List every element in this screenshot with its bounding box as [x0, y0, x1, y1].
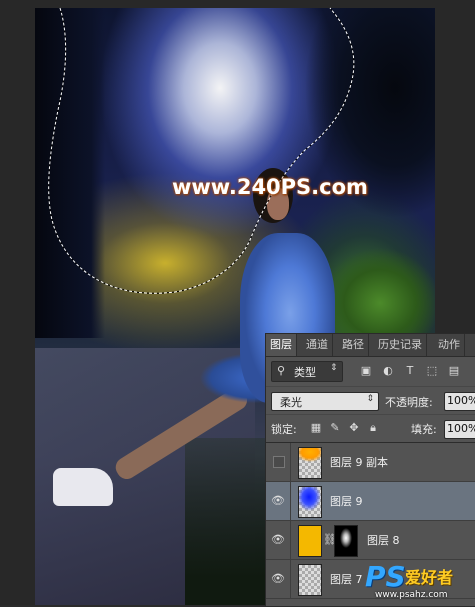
- fill-label: 填充:: [411, 423, 437, 436]
- blend-mode-select[interactable]: 柔光 ⇕: [271, 392, 379, 411]
- dropdown-arrow-icon: ⇕: [330, 363, 338, 373]
- fill-input[interactable]: 100%: [444, 420, 475, 439]
- layer-row[interactable]: 👁︎ ⛓ 图层 8: [266, 521, 475, 560]
- filter-type-label: 类型: [294, 366, 316, 379]
- tree-left: [35, 8, 105, 338]
- layer-row[interactable]: 👁︎ 图层 9: [266, 482, 475, 521]
- site-logo: PS 爱好者 www.psahz.com: [365, 560, 475, 605]
- eye-icon[interactable]: 👁︎: [271, 533, 285, 547]
- opacity-value: 100%: [447, 394, 475, 407]
- tree-right: [295, 8, 435, 238]
- layer-thumbnail: [298, 525, 322, 557]
- opacity-input[interactable]: 100%: [444, 392, 475, 411]
- layer-name: 图层 9 副本: [330, 456, 388, 469]
- logo-cn: 爱好者: [405, 568, 454, 587]
- fill-value: 100%: [447, 422, 475, 435]
- panel-tabs: 图层 通道 路径 历史记录 动作: [266, 334, 475, 357]
- thumbnail-content: [299, 487, 321, 517]
- chain-link-icon[interactable]: ⛓: [323, 533, 337, 547]
- smart-object-filter-icon[interactable]: ▤: [447, 364, 461, 378]
- opacity-label: 不透明度:: [385, 396, 433, 409]
- logo-ps: PS: [365, 560, 406, 593]
- layer-mask-thumbnail[interactable]: [334, 525, 358, 557]
- layer-name: 图层 7: [330, 573, 363, 586]
- lock-pixels-icon[interactable]: ✎: [329, 422, 341, 434]
- filter-type-select[interactable]: ⚲ 类型 ⇕: [271, 361, 343, 382]
- divider: [290, 482, 291, 520]
- tab-channels[interactable]: 通道: [302, 334, 333, 356]
- lock-row: 锁定: ▦ ✎ ✥ 🔒︎ 填充: 100%: [266, 414, 475, 441]
- type-filter-icon[interactable]: T: [403, 364, 417, 378]
- blend-mode-value: 柔光: [280, 396, 302, 409]
- shoe: [53, 468, 113, 506]
- divider: [290, 443, 291, 481]
- tab-layers[interactable]: 图层: [266, 334, 297, 356]
- pixel-filter-icon[interactable]: ▣: [359, 364, 373, 378]
- lock-label: 锁定:: [271, 423, 297, 436]
- lock-all-icon[interactable]: 🔒︎: [367, 422, 379, 434]
- layer-name: 图层 8: [367, 534, 400, 547]
- visibility-off-toggle[interactable]: [273, 456, 285, 468]
- layer-thumbnail: [298, 564, 322, 596]
- divider: [290, 560, 291, 598]
- lock-position-icon[interactable]: ✥: [348, 422, 360, 434]
- layer-row[interactable]: 图层 9 副本: [266, 443, 475, 482]
- blend-row: 柔光 ⇕ 不透明度: 100%: [266, 386, 475, 413]
- layer-name: 图层 9: [330, 495, 363, 508]
- search-icon: ⚲: [277, 364, 286, 377]
- logo-url: www.psahz.com: [375, 590, 448, 600]
- shape-filter-icon[interactable]: ⬚: [425, 364, 439, 378]
- eye-icon[interactable]: 👁︎: [271, 494, 285, 508]
- layer-thumbnail: [298, 447, 322, 479]
- filter-row: ⚲ 类型 ⇕ ▣ ◐ T ⬚ ▤: [266, 358, 475, 384]
- watermark-text: www.240PS.com: [172, 175, 368, 199]
- chevron-down-icon: ⇕: [366, 394, 374, 404]
- layer-thumbnail: [298, 486, 322, 518]
- adjustment-filter-icon[interactable]: ◐: [381, 364, 395, 378]
- tab-paths[interactable]: 路径: [338, 334, 369, 356]
- tab-history[interactable]: 历史记录: [374, 334, 427, 356]
- tab-actions[interactable]: 动作: [434, 334, 465, 356]
- lock-transparent-icon[interactable]: ▦: [310, 422, 322, 434]
- divider: [290, 521, 291, 559]
- eye-icon[interactable]: 👁︎: [271, 572, 285, 586]
- thumbnail-content: [299, 448, 321, 462]
